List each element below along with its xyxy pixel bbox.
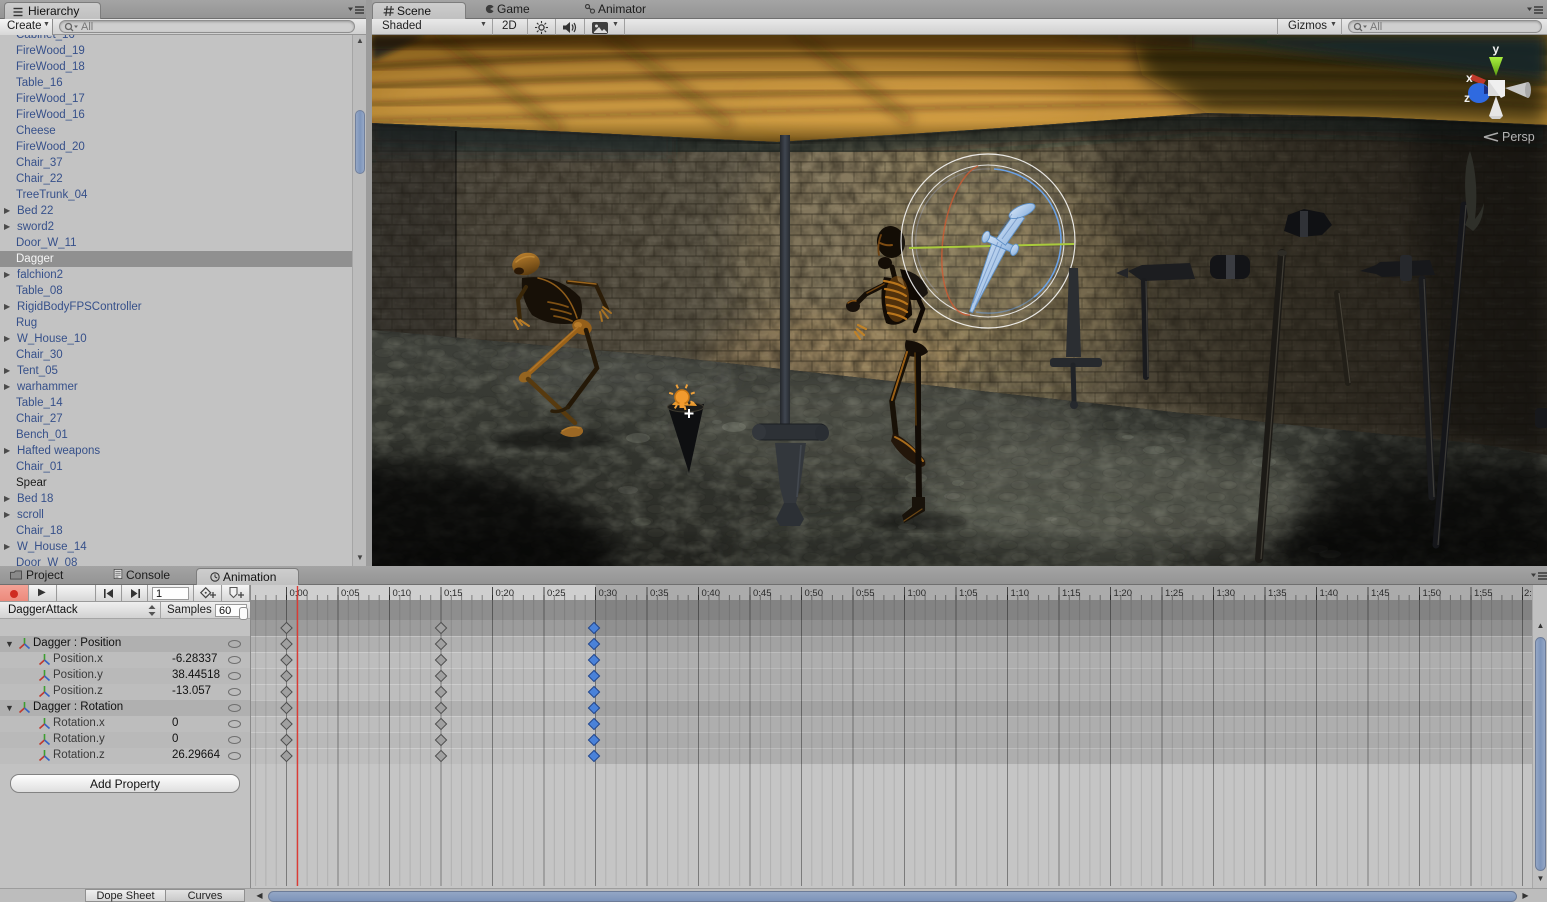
svg-text:0:00: 0:00 (290, 588, 309, 599)
svg-text:1:55: 1:55 (1474, 588, 1493, 599)
svg-text:0:35: 0:35 (650, 588, 669, 599)
svg-text:Persp: Persp (1502, 130, 1535, 144)
svg-text:1:05: 1:05 (959, 588, 978, 599)
svg-text:0:25: 0:25 (547, 588, 566, 599)
svg-text:0:05: 0:05 (341, 588, 360, 599)
svg-text:0:55: 0:55 (856, 588, 875, 599)
svg-text:0:10: 0:10 (393, 588, 412, 599)
svg-text:0:15: 0:15 (444, 588, 463, 599)
svg-text:0:30: 0:30 (599, 588, 618, 599)
svg-text:0:50: 0:50 (805, 588, 824, 599)
svg-text:0:40: 0:40 (702, 588, 721, 599)
svg-text:1:50: 1:50 (1423, 588, 1442, 599)
svg-text:1:25: 1:25 (1165, 588, 1184, 599)
svg-text:1:00: 1:00 (908, 588, 927, 599)
svg-text:y: y (1493, 42, 1500, 56)
svg-text:1:45: 1:45 (1371, 588, 1390, 599)
svg-text:1:20: 1:20 (1114, 588, 1133, 599)
svg-text:1:15: 1:15 (1062, 588, 1081, 599)
svg-text:2:0: 2:0 (1524, 588, 1532, 599)
svg-text:z: z (1464, 91, 1470, 105)
svg-text:1:10: 1:10 (1011, 588, 1030, 599)
svg-text:0:20: 0:20 (496, 588, 515, 599)
svg-text:0:45: 0:45 (753, 588, 772, 599)
svg-text:x: x (1466, 71, 1473, 85)
svg-text:1:35: 1:35 (1268, 588, 1287, 599)
svg-text:1:40: 1:40 (1320, 588, 1339, 599)
svg-text:1:30: 1:30 (1217, 588, 1236, 599)
